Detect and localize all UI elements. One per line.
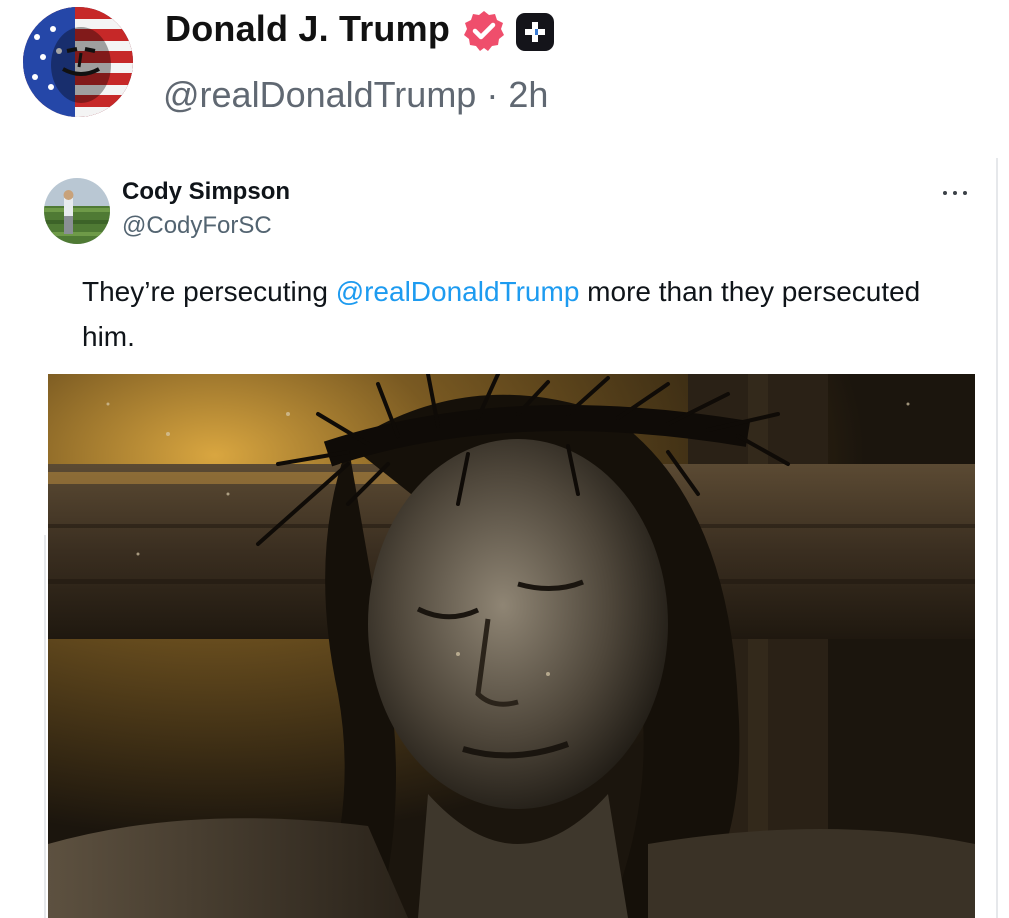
- author-name[interactable]: Donald J. Trump: [165, 8, 450, 50]
- plus-badge-icon: [516, 13, 554, 51]
- quoted-text-before: They’re persecuting: [82, 276, 336, 307]
- more-options-icon[interactable]: [940, 180, 970, 206]
- quoted-tweet-image[interactable]: [48, 374, 975, 918]
- author-handle-line: @realDonaldTrump · 2h: [163, 74, 548, 116]
- meta-separator: ·: [486, 74, 499, 115]
- verified-badge-icon: [464, 11, 504, 51]
- quoted-card-border-left: [44, 535, 46, 918]
- post-time[interactable]: 2h: [508, 74, 548, 115]
- quoted-author-handle[interactable]: @CodyForSC: [122, 212, 272, 240]
- quoted-author-name[interactable]: Cody Simpson: [122, 178, 290, 206]
- author-avatar[interactable]: [23, 7, 133, 117]
- author-handle[interactable]: @realDonaldTrump: [163, 74, 476, 115]
- mention-link[interactable]: @realDonaldTrump: [336, 276, 580, 307]
- quoted-tweet-text: They’re persecuting @realDonaldTrump mor…: [82, 269, 962, 359]
- quoted-card-border: [996, 158, 998, 918]
- quoted-author-avatar[interactable]: [44, 178, 110, 244]
